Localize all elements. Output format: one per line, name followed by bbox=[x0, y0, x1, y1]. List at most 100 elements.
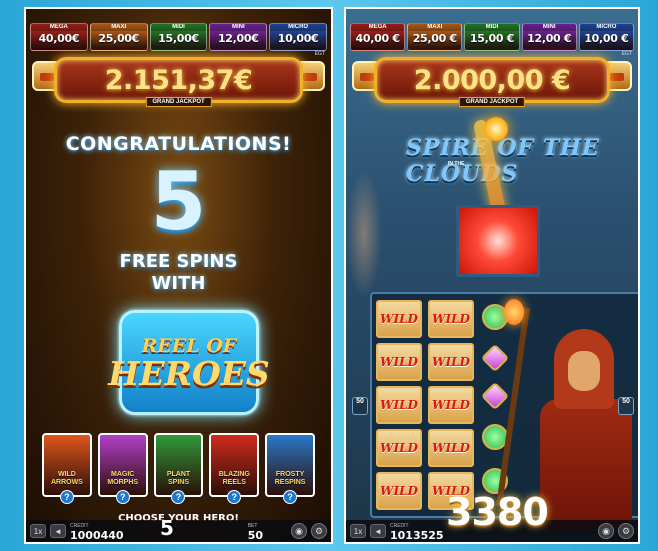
hero-selection: WILD ARROWS? MAGIC MORPHS? PLANT SPINS? BLA… bbox=[42, 433, 315, 504]
wild-symbol: WILD bbox=[428, 386, 474, 424]
credit-display: CREDIT 1000440 bbox=[70, 522, 124, 542]
logo-line2: HEROES bbox=[108, 353, 270, 393]
wild-symbol: WILD bbox=[428, 429, 474, 467]
wild-label: WILD bbox=[380, 312, 418, 326]
wild-label: WILD bbox=[432, 441, 470, 455]
wild-symbol: WILD bbox=[428, 300, 474, 338]
help-icon[interactable]: ? bbox=[171, 490, 186, 504]
hero-card-blazing-reels[interactable]: BLAZING REELS? bbox=[209, 433, 260, 504]
credit-display: CREDIT 1013525 bbox=[390, 522, 444, 542]
hero-card-magic-morphs[interactable]: MAGIC MORPHS? bbox=[97, 433, 148, 504]
jackpot-mini: MINI 12,00 € bbox=[521, 23, 577, 51]
help-icon[interactable]: ? bbox=[283, 490, 298, 504]
wild-label: WILD bbox=[432, 312, 470, 326]
lines-indicator-left: 50 bbox=[352, 397, 368, 415]
bet-display: BET 50 bbox=[247, 522, 263, 542]
wild-symbol: WILD bbox=[376, 386, 422, 424]
jackpot-midi: MIDI 15,00 € bbox=[464, 23, 520, 51]
jackpot-micro: MICRO 10,00€ bbox=[269, 23, 327, 51]
provider-logo: EGT bbox=[314, 51, 325, 57]
hero-name: WILD ARROWS bbox=[50, 471, 83, 486]
wild-label: WILD bbox=[380, 355, 418, 369]
grand-jackpot-amount: 2.000,00 € bbox=[413, 64, 571, 96]
chat-icon[interactable]: ◉ bbox=[598, 523, 614, 539]
jackpot-amount: 15,00€ bbox=[158, 32, 199, 45]
speed-button[interactable]: 1x bbox=[30, 524, 46, 538]
jackpot-amount: 40,00 € bbox=[355, 32, 400, 45]
staff-fire-icon bbox=[504, 299, 524, 325]
settings-gear-icon[interactable]: ⚙ bbox=[618, 523, 634, 539]
potion-icon bbox=[480, 343, 510, 373]
hero-name: FROSTY RESPINS bbox=[274, 471, 306, 486]
provider-logo: EGT bbox=[621, 51, 632, 57]
jackpot-amount: 10,00 € bbox=[584, 32, 629, 45]
hero-name: MAGIC MORPHS bbox=[107, 471, 139, 486]
jackpot-amount: 12,00 € bbox=[527, 32, 572, 45]
jackpot-amount: 25,00 € bbox=[412, 32, 457, 45]
credit-value: 1013525 bbox=[390, 529, 444, 542]
free-spins-count: 5 bbox=[150, 155, 207, 248]
jackpot-maxi: MAXI 25,00 € bbox=[407, 23, 463, 51]
jackpot-tier-label: MINI bbox=[522, 24, 576, 31]
jackpot-ladder: MEGA 40,00 € MAXI 25,00 € MIDI 15,00 € MINI 12,… bbox=[350, 23, 635, 51]
jackpot-tier-label: MIDI bbox=[465, 24, 519, 31]
jackpot-midi: MIDI 15,00€ bbox=[149, 23, 208, 51]
jackpot-amount: 25,00€ bbox=[98, 32, 140, 45]
reel-column-2: WILD WILD WILD WILD WILD bbox=[428, 300, 474, 510]
wild-symbol: WILD bbox=[376, 343, 422, 381]
sound-icon[interactable]: ◄ bbox=[50, 524, 66, 538]
free-spins-remaining: 5 bbox=[160, 516, 174, 540]
game-subtitle: IN THE bbox=[448, 161, 465, 167]
hero-card-plant-spins[interactable]: PLANT SPINS? bbox=[153, 433, 204, 504]
jackpot-mega: MEGA 40,00€ bbox=[30, 23, 88, 51]
bet-value: 50 bbox=[247, 529, 263, 542]
grand-jackpot-banner: 2.151,37€ GRAND JACKPOT bbox=[54, 57, 303, 107]
grand-jackpot-label: GRAND JACKPOT bbox=[458, 97, 526, 107]
jackpot-tier-label: MICRO bbox=[579, 24, 634, 31]
credit-value: 1000440 bbox=[70, 529, 124, 542]
help-icon[interactable]: ? bbox=[59, 490, 74, 504]
jackpot-amount: 12,00€ bbox=[217, 32, 259, 45]
jackpot-tier-label: MAXI bbox=[408, 24, 462, 31]
jackpot-mega: MEGA 40,00 € bbox=[350, 23, 406, 51]
settings-gear-icon[interactable]: ⚙ bbox=[311, 523, 327, 539]
chat-icon[interactable]: ◉ bbox=[291, 523, 307, 539]
wild-symbol: WILD bbox=[376, 472, 422, 510]
hero-name: BLAZING REELS bbox=[218, 471, 250, 486]
hero-card-wild-arrows[interactable]: WILD ARROWS? bbox=[42, 433, 92, 504]
grand-jackpot-label: GRAND JACKPOT bbox=[145, 97, 212, 107]
wild-label: WILD bbox=[432, 355, 470, 369]
jackpot-maxi: MAXI 25,00€ bbox=[89, 23, 148, 51]
background-character bbox=[346, 169, 382, 299]
speed-button[interactable]: 1x bbox=[350, 524, 366, 538]
wizard-character bbox=[536, 329, 636, 529]
jackpot-tier-label: MINI bbox=[210, 24, 267, 31]
wild-symbol: WILD bbox=[376, 300, 422, 338]
wild-reveal-tile bbox=[456, 205, 540, 277]
hero-name: PLANT SPINS bbox=[166, 471, 191, 486]
wild-label: WILD bbox=[380, 398, 418, 412]
reel-of-heroes-logo: REEL OF HEROES bbox=[108, 310, 270, 415]
help-icon[interactable]: ? bbox=[115, 490, 130, 504]
sound-icon[interactable]: ◄ bbox=[370, 524, 386, 538]
lines-indicator-right: 50 bbox=[618, 397, 634, 415]
jackpot-tier-label: MEGA bbox=[31, 24, 87, 31]
jackpot-tier-label: MICRO bbox=[270, 24, 326, 31]
jackpot-tier-label: MEGA bbox=[351, 24, 405, 31]
wild-symbol: WILD bbox=[428, 343, 474, 381]
congratulations-text: CONGRATULATIONS! bbox=[65, 133, 292, 155]
jackpot-ladder: MEGA 40,00€ MAXI 25,00€ MIDI 15,00€ MINI 12,00€… bbox=[30, 23, 327, 51]
jackpot-amount: 10,00€ bbox=[277, 32, 319, 45]
help-icon[interactable]: ? bbox=[227, 490, 242, 504]
free-spins-line2: WITH bbox=[151, 273, 206, 294]
hero-card-frosty-respins[interactable]: FROSTY RESPINS? bbox=[265, 433, 315, 504]
grand-jackpot-banner: 2.000,00 € GRAND JACKPOT bbox=[374, 57, 610, 107]
jackpot-amount: 15,00 € bbox=[469, 32, 515, 45]
wild-label: WILD bbox=[380, 484, 418, 498]
free-spins-line1: FREE SPINS bbox=[119, 251, 238, 272]
jackpot-tier-label: MAXI bbox=[90, 24, 147, 31]
jackpot-micro: MICRO 10,00 € bbox=[578, 23, 635, 51]
jackpot-tier-label: MIDI bbox=[150, 24, 207, 31]
potion-icon bbox=[480, 381, 510, 411]
fireball-icon bbox=[484, 117, 508, 141]
